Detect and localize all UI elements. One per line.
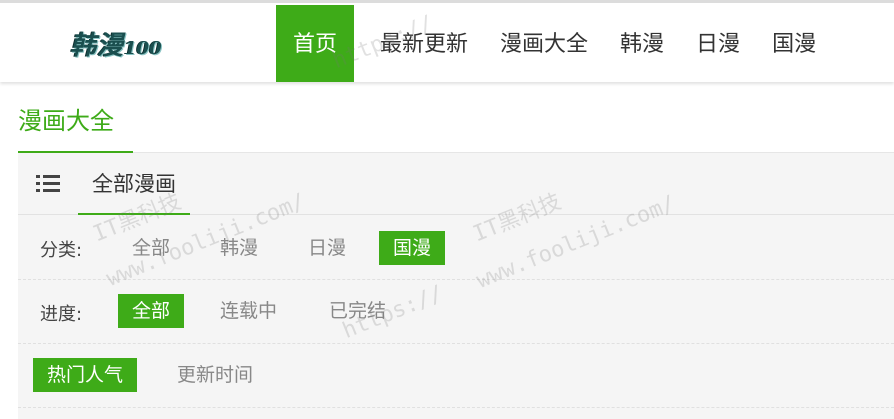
nav-item-chinese[interactable]: 国漫 bbox=[756, 5, 832, 82]
filter-panel: 全部漫画 分类: 全部 韩漫 日漫 国漫 进度: 全部 连载中 已完结 热门人气… bbox=[18, 153, 894, 419]
nav-item-catalog[interactable]: 漫画大全 bbox=[484, 5, 604, 82]
category-option-chinese[interactable]: 国漫 bbox=[379, 231, 446, 265]
nav-item-japanese[interactable]: 日漫 bbox=[680, 5, 756, 82]
logo-number: 100 bbox=[124, 38, 162, 59]
category-filter-row: 分类: 全部 韩漫 日漫 国漫 bbox=[18, 216, 894, 280]
progress-option-ongoing[interactable]: 连载中 bbox=[206, 294, 291, 328]
nav-item-home[interactable]: 首页 bbox=[276, 5, 354, 82]
category-option-korean[interactable]: 韩漫 bbox=[206, 231, 272, 265]
sort-option-popular[interactable]: 热门人气 bbox=[33, 358, 138, 392]
top-navbar: 韩漫100 首页 最新更新 漫画大全 韩漫 日漫 国漫 bbox=[0, 0, 894, 82]
progress-option-completed[interactable]: 已完结 bbox=[315, 294, 400, 328]
nav-item-latest[interactable]: 最新更新 bbox=[354, 5, 484, 82]
sort-option-updated[interactable]: 更新时间 bbox=[163, 358, 267, 392]
nav-item-korean[interactable]: 韩漫 bbox=[604, 5, 680, 82]
logo-text: 韩漫 bbox=[70, 31, 125, 61]
tabs-row: 全部漫画 bbox=[18, 153, 894, 215]
progress-label: 进度: bbox=[40, 304, 83, 325]
main-nav: 首页 最新更新 漫画大全 韩漫 日漫 国漫 bbox=[276, 5, 832, 82]
category-label: 分类: bbox=[40, 240, 83, 261]
progress-filter-row: 进度: 全部 连载中 已完结 bbox=[18, 280, 894, 344]
category-option-japanese[interactable]: 日漫 bbox=[294, 231, 360, 265]
page-title: 漫画大全 bbox=[18, 107, 114, 135]
sort-row: 热门人气 更新时间 bbox=[18, 344, 894, 408]
tab-all-comics[interactable]: 全部漫画 bbox=[78, 153, 190, 215]
progress-option-all[interactable]: 全部 bbox=[118, 294, 185, 328]
list-icon[interactable] bbox=[36, 175, 60, 193]
category-option-all[interactable]: 全部 bbox=[118, 231, 184, 265]
site-logo[interactable]: 韩漫100 bbox=[70, 25, 162, 62]
